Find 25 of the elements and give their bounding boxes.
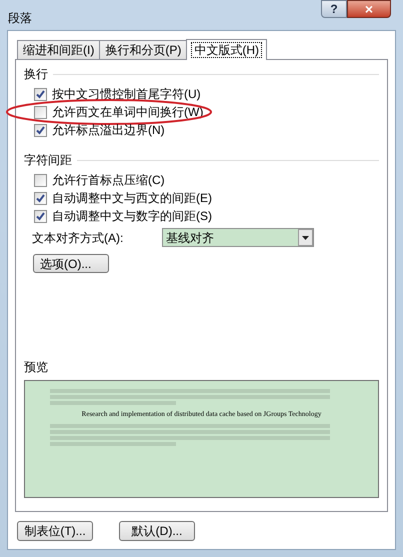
checkbox-label: 自动调整中文与数字的间距(S) [52,208,212,225]
checkbox-label: 自动调整中文与西文的间距(E) [52,190,212,207]
dialog-button[interactable]: 默认(D)... [119,521,195,541]
checkbox[interactable] [34,124,47,136]
checkbox[interactable] [34,210,47,222]
section-heading: 预览 [24,359,48,376]
checkbox[interactable] [34,174,47,186]
checkbox[interactable] [34,192,47,204]
window-title: 段落 [8,10,32,27]
checkbox[interactable] [34,88,47,100]
align-dropdown[interactable]: 基线对齐 [162,228,314,247]
options-button[interactable]: 选项(O)... [33,254,109,273]
tab[interactable]: 换行和分页(P) [99,40,188,59]
align-label: 文本对齐方式(A): [32,230,124,246]
checkbox-label: 允许行首标点压缩(C) [52,172,165,189]
section-heading: 字符间距 [24,152,72,169]
dialog-button[interactable]: 制表位(T)... [17,521,93,541]
checkbox-label: 允许标点溢出边界(N) [52,122,165,139]
checkbox-label: 允许西文在单词中间换行(W) [52,104,204,121]
checkbox-label: 按中文习惯控制首尾字符(U) [52,86,201,103]
tab[interactable]: 缩进和间距(I) [17,40,100,59]
tab[interactable]: 中文版式(H) [186,39,267,60]
checkbox[interactable] [34,106,47,118]
help-button[interactable]: ? [321,0,347,18]
section-heading: 换行 [24,66,48,83]
